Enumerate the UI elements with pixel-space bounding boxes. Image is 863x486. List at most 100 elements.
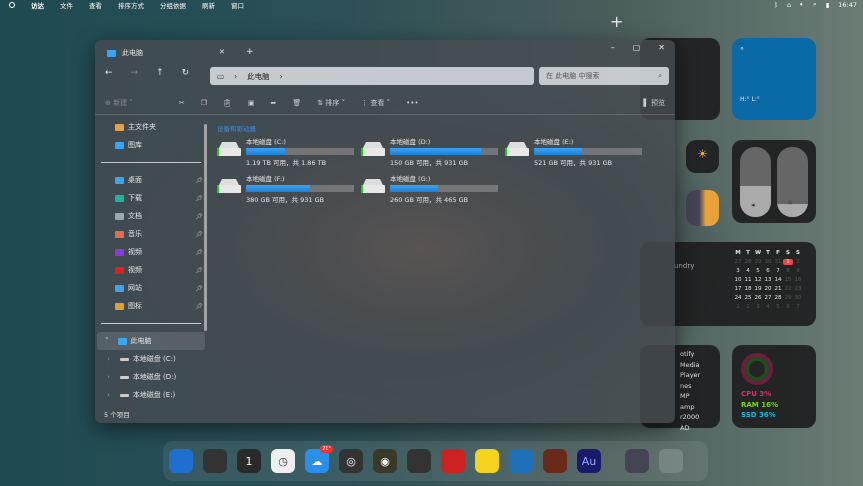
sort-button[interactable]: ⇅ 排序 ˅ bbox=[317, 98, 345, 108]
sidebar-item-drive[interactable]: › 本地磁盘 (D:) bbox=[95, 368, 207, 386]
up-button[interactable]: ↑ bbox=[156, 68, 164, 78]
calendar-day[interactable]: 11 bbox=[743, 277, 753, 283]
dock-finder-icon[interactable] bbox=[169, 449, 193, 473]
menu-view[interactable]: 查看 bbox=[89, 0, 102, 10]
dock-notes-icon[interactable] bbox=[475, 449, 499, 473]
drive-item[interactable]: 本地磁盘 (G:) 260 GB 可用，共 465 GB bbox=[361, 173, 505, 204]
pin-icon[interactable]: 📌︎ bbox=[195, 213, 203, 220]
calendar-today[interactable]: 1 bbox=[783, 259, 793, 265]
dock-calendar-icon[interactable]: 1 bbox=[237, 449, 261, 473]
brightness-slider[interactable]: ☼ bbox=[777, 147, 808, 217]
apple-icon[interactable] bbox=[9, 1, 15, 8]
player-item[interactable]: MP bbox=[680, 391, 720, 402]
drive-item[interactable]: 本地磁盘 (D:) 150 GB 可用，共 931 GB bbox=[361, 136, 505, 167]
volume-icon[interactable]: 🔈︎ bbox=[800, 0, 804, 9]
minimize-button[interactable]: – bbox=[611, 43, 615, 52]
sidebar-item[interactable]: 桌面 📌︎ bbox=[95, 171, 207, 189]
view-button[interactable]: ⋮ 查看 ˅ bbox=[361, 98, 390, 108]
dock-obs-icon[interactable]: ◎ bbox=[339, 449, 363, 473]
calendar-day[interactable]: 26 bbox=[753, 295, 763, 301]
player-item[interactable]: nes bbox=[680, 381, 720, 392]
chevron-right-icon[interactable]: › bbox=[107, 373, 110, 381]
dock-trash-icon[interactable] bbox=[659, 449, 683, 473]
sunrise-widget[interactable]: ☀ bbox=[686, 140, 719, 173]
sidebar-item-drive[interactable]: › 本地磁盘 (E:) bbox=[95, 386, 207, 404]
player-item[interactable]: amp bbox=[680, 402, 720, 413]
calendar-day[interactable]: 29 bbox=[783, 295, 793, 301]
dock-brave-icon[interactable] bbox=[543, 449, 567, 473]
calendar-day[interactable]: 14 bbox=[773, 277, 783, 283]
back-button[interactable]: ← bbox=[105, 68, 113, 78]
calendar-day[interactable]: 8 bbox=[783, 268, 793, 274]
chevron-down-icon[interactable]: ˅ bbox=[105, 337, 109, 345]
share-icon[interactable]: ➦ bbox=[271, 99, 277, 107]
calendar-day[interactable]: 6 bbox=[763, 268, 773, 274]
player-item[interactable]: Media Player bbox=[680, 360, 720, 381]
dock-weather-icon[interactable]: ☁ 21° bbox=[305, 445, 333, 473]
calendar-day[interactable]: 28 bbox=[743, 259, 753, 265]
sidebar-item[interactable]: 视频 📌︎ bbox=[95, 261, 207, 279]
calendar-day[interactable]: 25 bbox=[743, 295, 753, 301]
pin-icon[interactable]: 📌︎ bbox=[195, 249, 203, 256]
address-bar[interactable]: ▭ › 此电脑 › bbox=[210, 67, 534, 85]
calendar-day[interactable]: 10 bbox=[733, 277, 743, 283]
calendar-day[interactable]: 31 bbox=[773, 259, 783, 265]
refresh-button[interactable]: ↻ bbox=[182, 68, 190, 78]
calendar-day[interactable]: 21 bbox=[773, 286, 783, 292]
drive-item[interactable]: 本地磁盘 (F:) 380 GB 可用，共 931 GB bbox=[217, 173, 361, 204]
search-icon[interactable]: ⌕ bbox=[813, 0, 817, 9]
drive-item[interactable]: 本地磁盘 (E:) 521 GB 可用，共 931 GB bbox=[505, 136, 649, 167]
sidebar-item[interactable]: 主文件夹 bbox=[95, 118, 207, 136]
photo-widget[interactable] bbox=[686, 190, 719, 226]
search-input[interactable]: 在 此电脑 中搜索 ⌕ bbox=[539, 67, 669, 85]
tab-this-pc[interactable]: 此电脑 bbox=[101, 43, 236, 63]
preview-button[interactable]: ▌ 预览 bbox=[643, 98, 665, 108]
calendar-day[interactable]: 16 bbox=[793, 277, 803, 283]
calendar-day[interactable]: 4 bbox=[743, 268, 753, 274]
pin-icon[interactable]: 📌︎ bbox=[195, 285, 203, 292]
calendar-day[interactable]: 2 bbox=[743, 304, 753, 310]
paste-icon[interactable]: 📋︎ bbox=[223, 99, 232, 107]
sidebar-item[interactable]: 图库 bbox=[95, 136, 207, 154]
dock-qq-icon[interactable] bbox=[407, 449, 431, 473]
bluetooth-icon[interactable]: ᛒ bbox=[774, 1, 778, 9]
chevron-right-icon[interactable]: › bbox=[107, 355, 110, 363]
forward-button[interactable]: → bbox=[131, 68, 139, 78]
calendar-day[interactable]: 30 bbox=[763, 259, 773, 265]
rename-icon[interactable]: ▣ bbox=[248, 99, 255, 107]
calendar-day[interactable]: 30 bbox=[793, 295, 803, 301]
calendar-day[interactable]: 5 bbox=[753, 268, 763, 274]
sidebar-item-this-pc[interactable]: ˅ 此电脑 bbox=[97, 332, 205, 350]
menu-file[interactable]: 文件 bbox=[60, 0, 73, 10]
calendar-day[interactable]: 20 bbox=[763, 286, 773, 292]
calendar-day[interactable]: 7 bbox=[793, 304, 803, 310]
calendar-day[interactable]: 13 bbox=[763, 277, 773, 283]
sidebar-item[interactable]: 视频 📌︎ bbox=[95, 243, 207, 261]
calendar-day[interactable]: 28 bbox=[773, 295, 783, 301]
calendar-day[interactable]: 6 bbox=[783, 304, 793, 310]
close-button[interactable]: ✕ bbox=[658, 43, 665, 52]
dock-audition-icon[interactable]: Au bbox=[577, 449, 601, 473]
calendar-day[interactable]: 1 bbox=[733, 304, 743, 310]
calendar-day[interactable]: 3 bbox=[733, 268, 743, 274]
pin-icon[interactable]: 📌︎ bbox=[195, 303, 203, 310]
battery-icon[interactable]: ▮ bbox=[826, 1, 830, 9]
calendar-day[interactable]: 18 bbox=[743, 286, 753, 292]
cut-icon[interactable]: ✂ bbox=[179, 99, 185, 107]
player-item[interactable]: otify bbox=[680, 349, 720, 360]
menu-sort[interactable]: 排序方式 bbox=[118, 0, 144, 10]
breadcrumb-this-pc[interactable]: 此电脑 bbox=[247, 71, 270, 82]
calendar-day[interactable]: 3 bbox=[753, 304, 763, 310]
calendar-day[interactable]: 19 bbox=[753, 286, 763, 292]
dock-video-icon[interactable] bbox=[509, 449, 533, 473]
delete-icon[interactable]: 🗑︎ bbox=[292, 99, 301, 107]
weather-widget[interactable]: ° H:° L:° bbox=[732, 38, 816, 120]
calendar-day[interactable]: 15 bbox=[783, 277, 793, 283]
menu-group[interactable]: 分组依据 bbox=[160, 0, 186, 10]
sidebar-item[interactable]: 网站 📌︎ bbox=[95, 279, 207, 297]
player-item[interactable]: AD bbox=[680, 423, 720, 434]
dock-chrome-icon[interactable]: ◉ bbox=[373, 449, 397, 473]
player-item[interactable]: r2000 bbox=[680, 412, 720, 423]
calendar-day[interactable]: 29 bbox=[753, 259, 763, 265]
calendar-day[interactable]: 4 bbox=[763, 304, 773, 310]
